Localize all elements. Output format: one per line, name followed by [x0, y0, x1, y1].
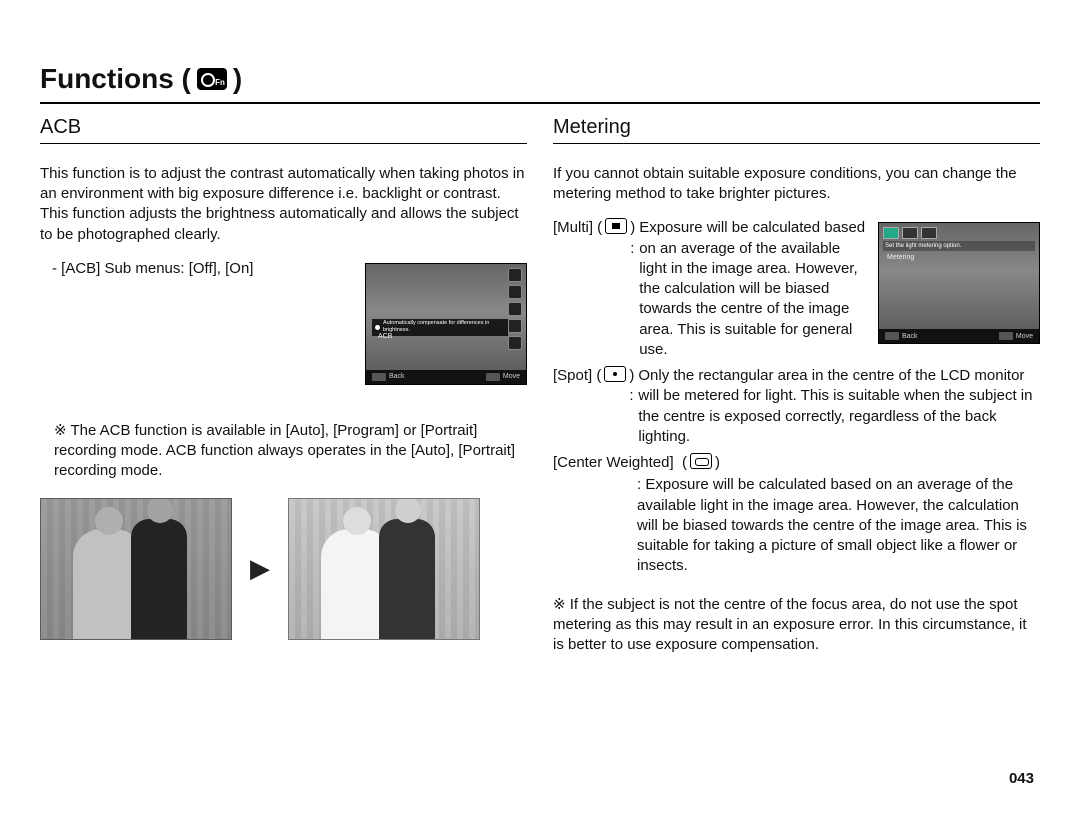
lcd-top-icons — [883, 227, 937, 239]
title-text-prefix: Functions ( — [40, 60, 191, 98]
metering-lcd: Set the light metering option. Metering … — [878, 222, 1040, 344]
lcd-move-label: Move — [1016, 332, 1033, 341]
two-column-layout: ACB This function is to adjust the contr… — [40, 114, 1040, 670]
title-rule — [40, 102, 1040, 104]
acb-rule — [40, 143, 527, 144]
lcd-side-icons — [508, 268, 522, 350]
side-icon — [508, 319, 522, 333]
groom-figure — [379, 519, 435, 639]
option-label: [Spot] — [553, 366, 592, 386]
metering-icon-cw — [921, 227, 937, 239]
option-spot: [Spot] () : Only the rectangular area in… — [553, 366, 1040, 447]
metering-intro: If you cannot obtain suitable exposure c… — [553, 164, 1040, 205]
option-center-weighted: [Center Weighted] () : Exposure will be … — [553, 453, 1040, 577]
metering-lcd-wrap: Set the light metering option. Metering … — [878, 222, 1040, 344]
center-weighted-icon — [690, 453, 712, 469]
acb-lcd-wrap: Automatically compensate for differences… — [365, 263, 527, 385]
lcd-tip-text: Set the light metering option. — [883, 241, 1035, 251]
option-label: [Multi] — [553, 218, 593, 238]
side-icon — [508, 302, 522, 316]
right-column: Metering If you cannot obtain suitable e… — [553, 114, 1040, 670]
metering-rule — [553, 143, 1040, 144]
title-text-suffix: ) — [233, 60, 242, 98]
lcd-tip-text: Automatically compensate for differences… — [383, 320, 505, 335]
acb-note: ※ The ACB function is available in [Auto… — [54, 421, 527, 482]
option-label: [Center Weighted] — [553, 454, 674, 471]
page-number: 043 — [1009, 769, 1034, 789]
side-icon — [508, 285, 522, 299]
fn-icon — [197, 68, 227, 90]
side-icon — [508, 336, 522, 350]
lcd-back-label: Back — [389, 372, 405, 381]
acb-lcd: Automatically compensate for differences… — [365, 263, 527, 385]
tip-icon — [375, 325, 380, 330]
lcd-mode-label: Metering — [887, 253, 914, 262]
option-multi: [Multi] () : Exposure will be calculated… — [553, 218, 866, 360]
nav-key-icon — [999, 332, 1013, 340]
acb-heading: ACB — [40, 114, 527, 141]
metering-icon-multi — [883, 227, 899, 239]
lcd-back-label: Back — [902, 332, 918, 341]
option-desc-text: Exposure will be calculated based on an … — [637, 476, 1027, 574]
menu-key-icon — [372, 373, 386, 381]
option-desc: Exposure will be calculated based on an … — [639, 218, 866, 360]
acb-compare: ▶ — [40, 498, 527, 640]
lcd-bottom-bar: Back Move — [879, 329, 1039, 343]
page-title: Functions ( ) — [40, 60, 1040, 98]
acb-intro: This function is to adjust the contrast … — [40, 164, 527, 245]
left-column: ACB This function is to adjust the contr… — [40, 114, 527, 670]
multi-icon — [605, 218, 627, 234]
manual-page: Functions ( ) ACB This function is to ad… — [0, 0, 1080, 815]
option-desc: : Exposure will be calculated based on a… — [637, 475, 1040, 576]
menu-key-icon — [885, 332, 899, 340]
sample-before — [40, 498, 232, 640]
metering-note: ※ If the subject is not the centre of th… — [553, 595, 1040, 656]
lcd-bottom-bar: Back Move — [366, 370, 526, 384]
nav-key-icon — [486, 373, 500, 381]
metering-icon-spot — [902, 227, 918, 239]
lcd-move-label: Move — [503, 372, 520, 381]
sample-after — [288, 498, 480, 640]
lcd-mode-label: ACB — [378, 332, 392, 341]
arrow-icon: ▶ — [250, 551, 270, 586]
metering-heading: Metering — [553, 114, 1040, 141]
spot-icon — [604, 366, 626, 382]
side-icon — [508, 268, 522, 282]
option-desc: Only the rectangular area in the centre … — [638, 366, 1040, 447]
groom-figure — [131, 519, 187, 639]
